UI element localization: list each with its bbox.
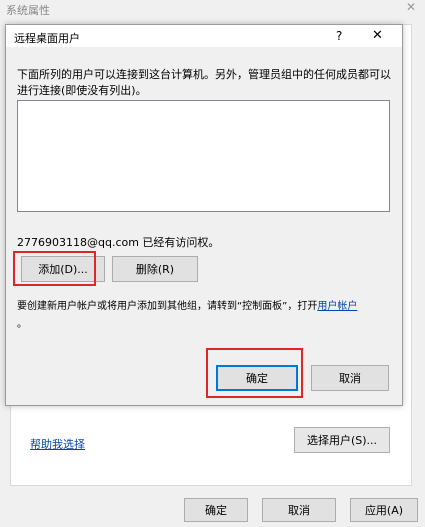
dialog-cancel-button[interactable]: 取消 <box>311 365 389 391</box>
outer-ok-label: 确定 <box>205 504 227 517</box>
dialog-close-icon[interactable]: ✕ <box>372 28 383 43</box>
dialog-hint: 要创建新用户帐户或将用户添加到其他组，请转到“控制面板”，打开用户帐户 。 <box>17 298 397 334</box>
outer-apply-label: 应用(A) <box>364 504 404 517</box>
remove-button-label: 删除(R) <box>135 263 175 276</box>
hint-suffix: 。 <box>17 319 27 330</box>
remove-button[interactable]: 删除(R) <box>112 256 198 282</box>
outer-cancel-label: 取消 <box>288 504 310 517</box>
outer-cancel-button[interactable]: 取消 <box>262 498 336 522</box>
hint-prefix: 要创建新用户帐户或将用户添加到其他组，请转到“控制面板”，打开 <box>17 301 318 312</box>
outer-close-icon[interactable]: ✕ <box>402 0 420 16</box>
add-button-highlight <box>13 251 96 286</box>
dialog-description: 下面所列的用户可以连接到这台计算机。另外，管理员组中的任何成员都可以进行连接(即… <box>17 68 391 97</box>
dialog-titlebar: 远程桌面用户 ? ✕ <box>6 25 402 47</box>
ok-button-highlight <box>206 348 303 398</box>
outer-ok-button[interactable]: 确定 <box>184 498 248 522</box>
dialog-title: 远程桌面用户 <box>14 32 80 45</box>
select-users-button[interactable]: 选择用户(S)... <box>294 427 390 453</box>
help-icon[interactable]: ? <box>336 29 342 43</box>
dialog-cancel-label: 取消 <box>339 372 361 385</box>
user-accounts-link[interactable]: 用户帐户 <box>317 301 357 312</box>
outer-apply-button[interactable]: 应用(A) <box>350 498 418 522</box>
remote-desktop-users-dialog: 远程桌面用户 ? ✕ 下面所列的用户可以连接到这台计算机。另外，管理员组中的任何… <box>5 24 403 406</box>
access-text: 2776903118@qq.com 已经有访问权。 <box>17 236 220 249</box>
users-listbox[interactable] <box>17 100 390 212</box>
select-users-label: 选择用户(S)... <box>306 434 378 447</box>
outer-window-title: 系统属性 <box>6 4 50 17</box>
help-link[interactable]: 帮助我选择 <box>30 436 85 452</box>
